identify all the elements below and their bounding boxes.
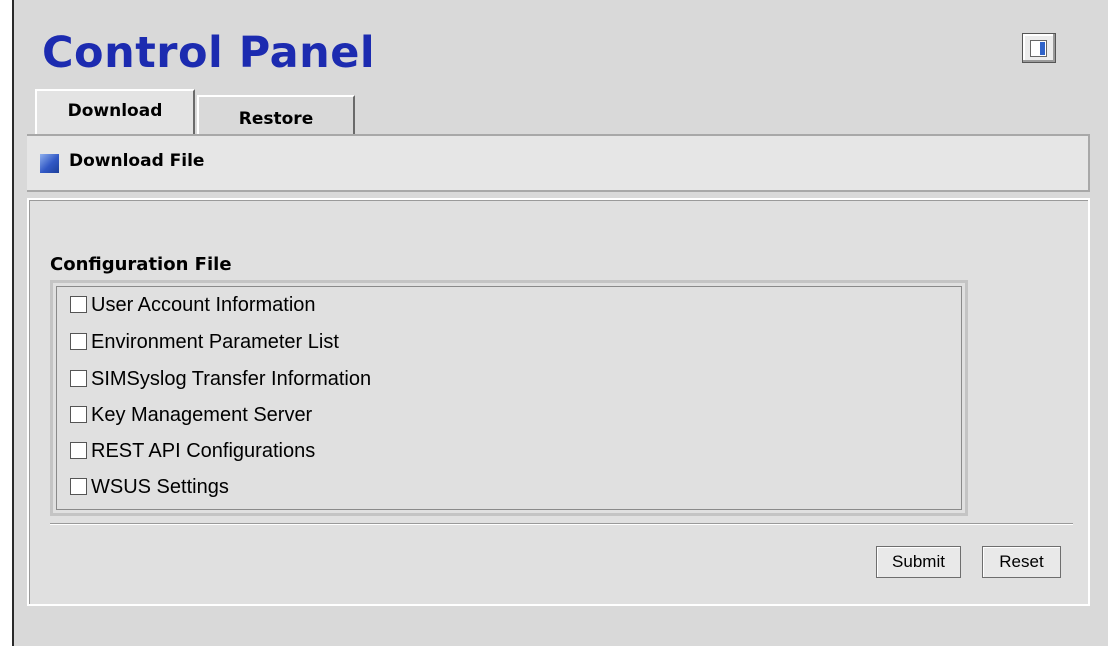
- option-label: WSUS Settings: [91, 476, 229, 498]
- option-label: SIMSyslog Transfer Information: [91, 368, 372, 390]
- blue-square-icon: [40, 154, 59, 173]
- section-header: Download File: [27, 134, 1090, 192]
- option-wsus-settings[interactable]: WSUS Settings: [70, 473, 229, 501]
- option-simsyslog-transfer-information[interactable]: SIMSyslog Transfer Information: [70, 365, 371, 393]
- checkbox[interactable]: [70, 442, 87, 459]
- reset-button[interactable]: Reset: [982, 546, 1061, 578]
- checkbox[interactable]: [70, 406, 87, 423]
- option-label: Key Management Server: [91, 404, 313, 426]
- option-label: User Account Information: [91, 294, 316, 316]
- page-title: Control Panel: [42, 28, 376, 78]
- tab-restore[interactable]: Restore: [197, 95, 355, 135]
- checkbox[interactable]: [70, 296, 87, 313]
- logout-button[interactable]: [1022, 33, 1056, 63]
- option-user-account-information[interactable]: User Account Information: [70, 291, 316, 319]
- option-label: Environment Parameter List: [91, 331, 339, 353]
- section-title: Download File: [69, 151, 205, 171]
- option-key-management-server[interactable]: Key Management Server: [70, 401, 312, 429]
- divider: [50, 523, 1073, 525]
- option-label: REST API Configurations: [91, 440, 316, 462]
- checkbox[interactable]: [70, 333, 87, 350]
- submit-button[interactable]: Submit: [876, 546, 961, 578]
- option-environment-parameter-list[interactable]: Environment Parameter List: [70, 328, 339, 356]
- checkbox[interactable]: [70, 478, 87, 495]
- configuration-file-label: Configuration File: [50, 254, 232, 275]
- content-panel: Configuration File User Account Informat…: [27, 198, 1090, 606]
- tab-download[interactable]: Download: [35, 89, 195, 137]
- logout-door-icon: [1030, 40, 1047, 57]
- checkbox[interactable]: [70, 370, 87, 387]
- option-rest-api-configurations[interactable]: REST API Configurations: [70, 437, 315, 465]
- configuration-file-group: User Account Information Environment Par…: [50, 280, 968, 516]
